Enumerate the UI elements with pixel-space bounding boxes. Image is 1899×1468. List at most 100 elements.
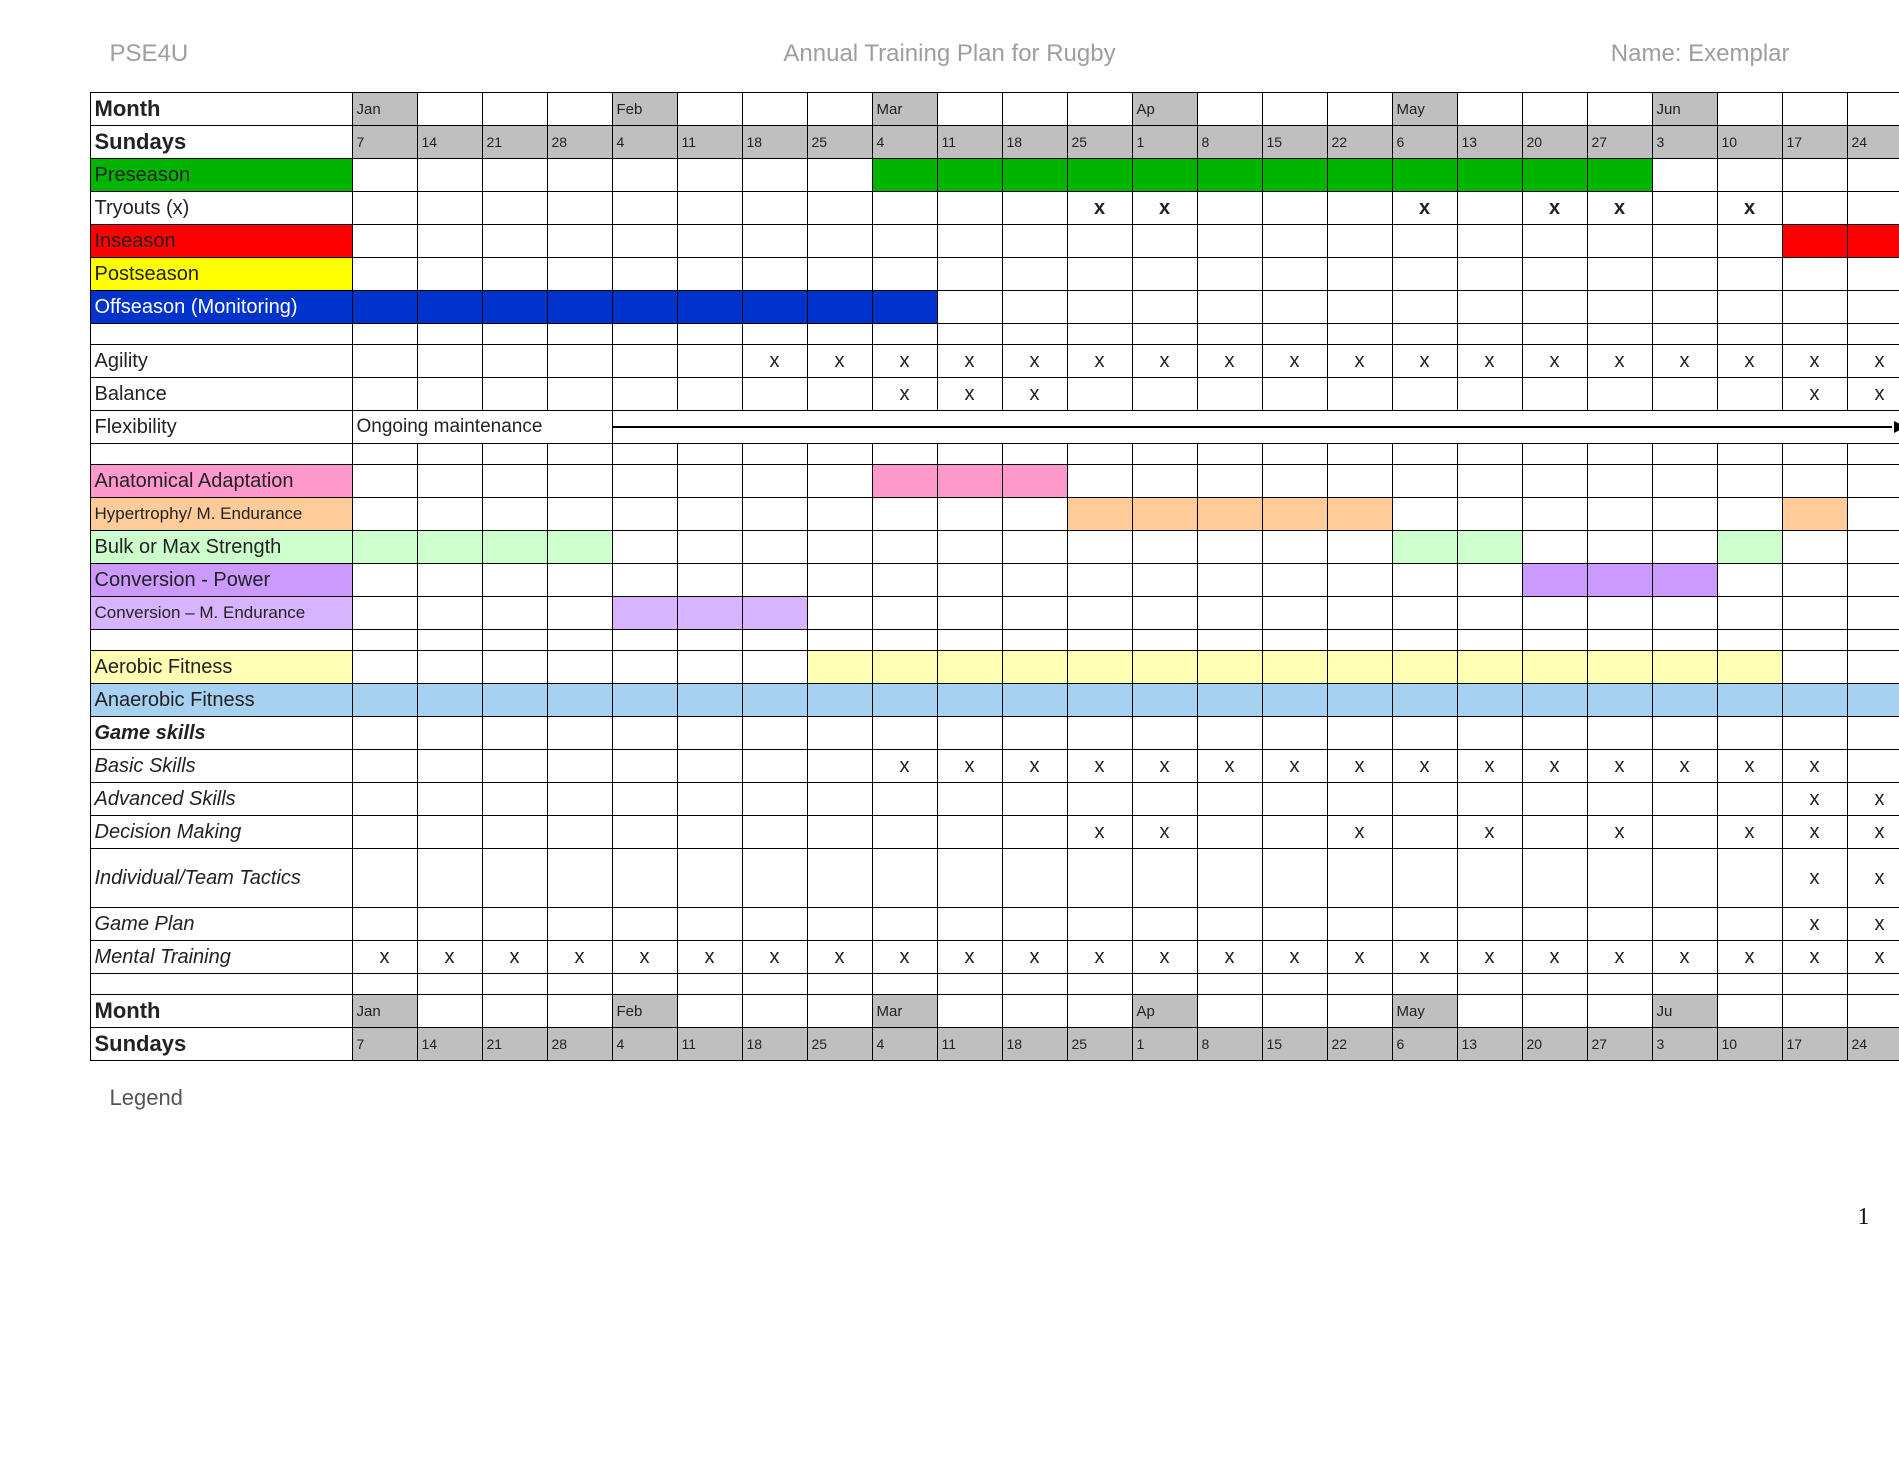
cell-balance-13[interactable] — [1197, 378, 1262, 411]
cell-blank1-6[interactable] — [742, 324, 807, 345]
month-footer-cell[interactable]: Ju — [1652, 995, 1717, 1028]
cell-blank1-5[interactable] — [677, 324, 742, 345]
cell-hyp-21[interactable] — [1717, 498, 1782, 531]
cell-offseason-12[interactable] — [1132, 291, 1197, 324]
cell-preseason-0[interactable] — [352, 159, 417, 192]
sunday-cell[interactable]: 13 — [1457, 126, 1522, 159]
row-label-gameplan[interactable]: Game Plan — [90, 908, 352, 941]
cell-hyp-20[interactable] — [1652, 498, 1717, 531]
cell-offseason-21[interactable] — [1717, 291, 1782, 324]
cell-agility-2[interactable] — [482, 345, 547, 378]
cell-convm-10[interactable] — [1002, 597, 1067, 630]
cell-blank3-17[interactable] — [1457, 630, 1522, 651]
sunday-cell[interactable]: 1 — [1132, 126, 1197, 159]
month-footer-cell[interactable] — [1782, 995, 1847, 1028]
cell-balance-3[interactable] — [547, 378, 612, 411]
cell-inseason-6[interactable] — [742, 225, 807, 258]
cell-aa-23[interactable] — [1847, 465, 1899, 498]
month-cell[interactable]: Feb — [612, 93, 677, 126]
cell-decision-10[interactable] — [1002, 816, 1067, 849]
sunday-footer-cell[interactable]: 13 — [1457, 1028, 1522, 1061]
cell-basic-14[interactable]: x — [1262, 750, 1327, 783]
cell-anaerobic-3[interactable] — [547, 684, 612, 717]
cell-mental-4[interactable]: x — [612, 941, 677, 974]
cell-postseason-2[interactable] — [482, 258, 547, 291]
cell-tactics-22[interactable]: x — [1782, 849, 1847, 908]
cell-preseason-8[interactable] — [872, 159, 937, 192]
cell-anaerobic-5[interactable] — [677, 684, 742, 717]
cell-convm-13[interactable] — [1197, 597, 1262, 630]
cell-blank1-23[interactable] — [1847, 324, 1899, 345]
cell-inseason-16[interactable] — [1392, 225, 1457, 258]
cell-offseason-18[interactable] — [1522, 291, 1587, 324]
cell-mental-17[interactable]: x — [1457, 941, 1522, 974]
row-label-blank2[interactable] — [90, 444, 352, 465]
cell-gameplan-0[interactable] — [352, 908, 417, 941]
cell-blank3-14[interactable] — [1262, 630, 1327, 651]
cell-blank1-0[interactable] — [352, 324, 417, 345]
cell-offseason-3[interactable] — [547, 291, 612, 324]
cell-basic-9[interactable]: x — [937, 750, 1002, 783]
cell-preseason-6[interactable] — [742, 159, 807, 192]
cell-aa-10[interactable] — [1002, 465, 1067, 498]
cell-gameplan-1[interactable] — [417, 908, 482, 941]
cell-inseason-11[interactable] — [1067, 225, 1132, 258]
cell-balance-20[interactable] — [1652, 378, 1717, 411]
cell-hyp-17[interactable] — [1457, 498, 1522, 531]
month-header-label[interactable]: Month — [90, 93, 352, 126]
cell-decision-5[interactable] — [677, 816, 742, 849]
row-label-inseason[interactable]: Inseason — [90, 225, 352, 258]
cell-blank1-2[interactable] — [482, 324, 547, 345]
cell-aerobic-22[interactable] — [1782, 651, 1847, 684]
sunday-cell[interactable]: 7 — [352, 126, 417, 159]
cell-aa-19[interactable] — [1587, 465, 1652, 498]
cell-offseason-4[interactable] — [612, 291, 677, 324]
cell-blank3-23[interactable] — [1847, 630, 1899, 651]
cell-gameskills-8[interactable] — [872, 717, 937, 750]
cell-convm-2[interactable] — [482, 597, 547, 630]
cell-blank2-2[interactable] — [482, 444, 547, 465]
row-label-bulk[interactable]: Bulk or Max Strength — [90, 531, 352, 564]
row-label-preseason[interactable]: Preseason — [90, 159, 352, 192]
cell-tactics-11[interactable] — [1067, 849, 1132, 908]
cell-aa-5[interactable] — [677, 465, 742, 498]
cell-basic-5[interactable] — [677, 750, 742, 783]
cell-tactics-0[interactable] — [352, 849, 417, 908]
cell-blank1-11[interactable] — [1067, 324, 1132, 345]
cell-basic-13[interactable]: x — [1197, 750, 1262, 783]
cell-inseason-9[interactable] — [937, 225, 1002, 258]
cell-balance-23[interactable]: x — [1847, 378, 1899, 411]
cell-tactics-5[interactable] — [677, 849, 742, 908]
cell-offseason-16[interactable] — [1392, 291, 1457, 324]
cell-blank1-9[interactable] — [937, 324, 1002, 345]
cell-tryouts-10[interactable] — [1002, 192, 1067, 225]
cell-blank3-8[interactable] — [872, 630, 937, 651]
month-cell[interactable] — [1717, 93, 1782, 126]
cell-aerobic-12[interactable] — [1132, 651, 1197, 684]
cell-aerobic-2[interactable] — [482, 651, 547, 684]
month-cell[interactable]: Ap — [1132, 93, 1197, 126]
cell-hyp-7[interactable] — [807, 498, 872, 531]
cell-bulk-4[interactable] — [612, 531, 677, 564]
cell-gameplan-18[interactable] — [1522, 908, 1587, 941]
month-footer-cell[interactable] — [1262, 995, 1327, 1028]
cell-advanced-3[interactable] — [547, 783, 612, 816]
cell-blank3-10[interactable] — [1002, 630, 1067, 651]
cell-gameplan-17[interactable] — [1457, 908, 1522, 941]
sunday-cell[interactable]: 18 — [742, 126, 807, 159]
cell-tactics-15[interactable] — [1327, 849, 1392, 908]
cell-agility-9[interactable]: x — [937, 345, 1002, 378]
cell-preseason-10[interactable] — [1002, 159, 1067, 192]
cell-convm-6[interactable] — [742, 597, 807, 630]
cell-basic-11[interactable]: x — [1067, 750, 1132, 783]
cell-mental-0[interactable]: x — [352, 941, 417, 974]
cell-convm-12[interactable] — [1132, 597, 1197, 630]
sunday-cell[interactable]: 24 — [1847, 126, 1899, 159]
cell-decision-19[interactable]: x — [1587, 816, 1652, 849]
cell-preseason-4[interactable] — [612, 159, 677, 192]
cell-tryouts-4[interactable] — [612, 192, 677, 225]
cell-aerobic-15[interactable] — [1327, 651, 1392, 684]
cell-preseason-1[interactable] — [417, 159, 482, 192]
sunday-footer-cell[interactable]: 15 — [1262, 1028, 1327, 1061]
cell-convp-12[interactable] — [1132, 564, 1197, 597]
